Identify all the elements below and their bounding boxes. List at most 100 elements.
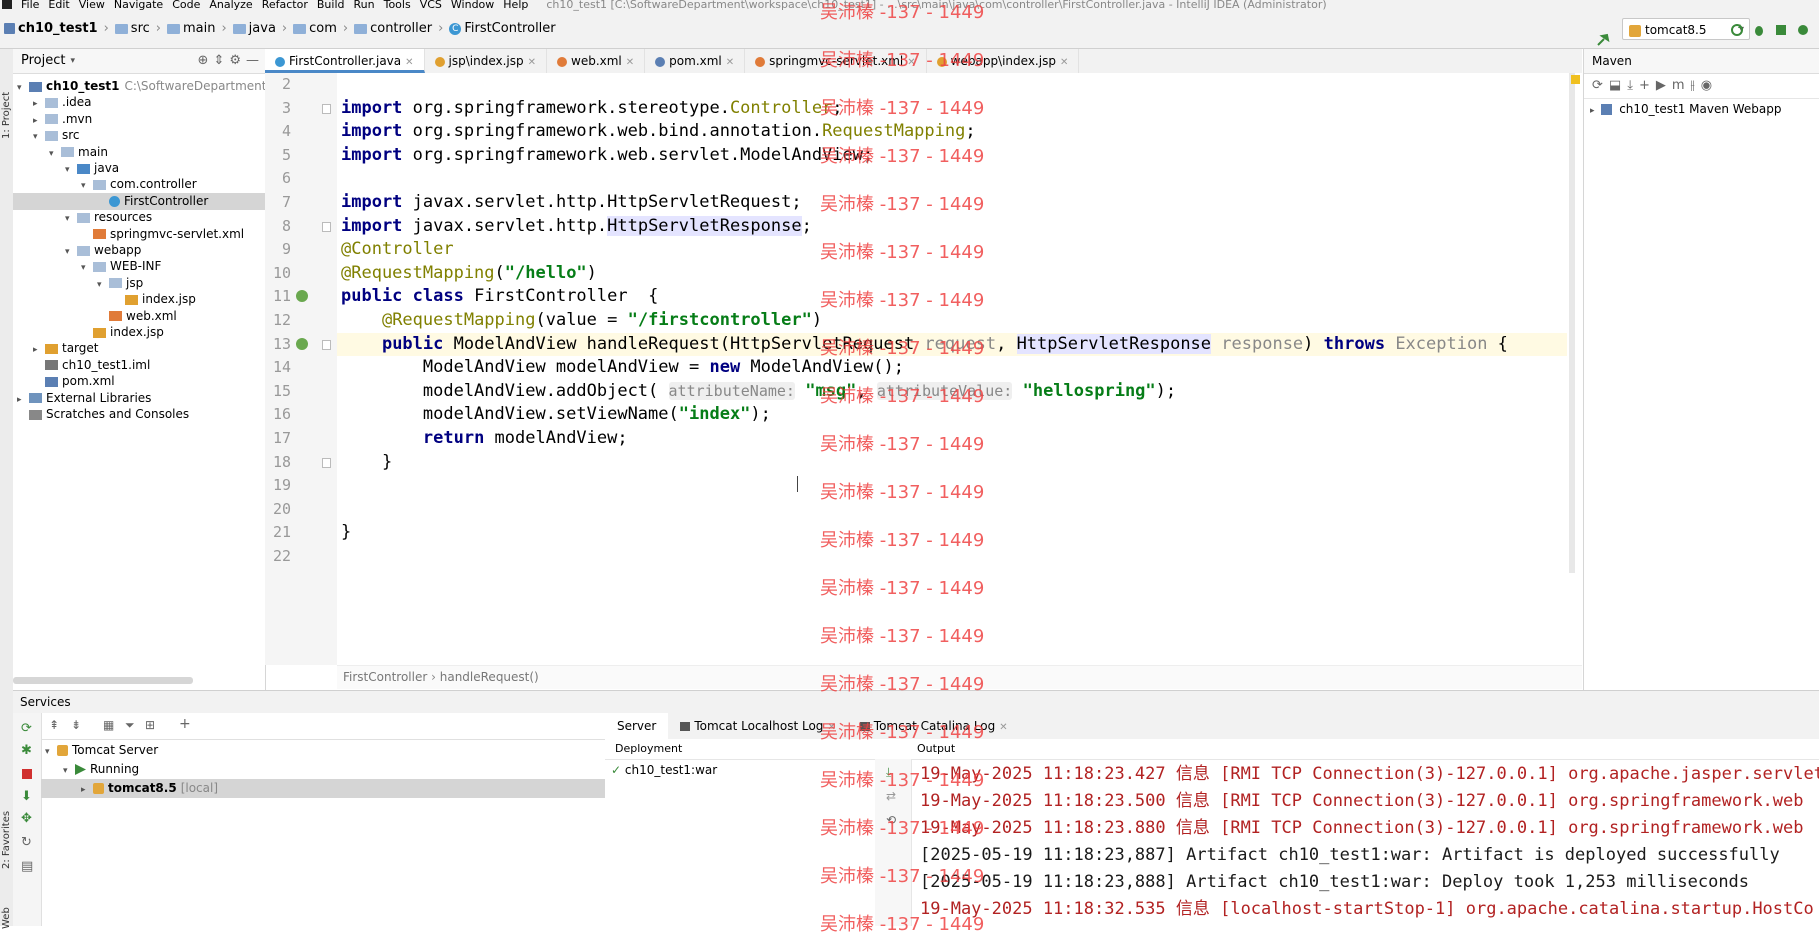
project-tree-item[interactable]: ▾ ch10_test1 C:\SoftwareDepartment\w [13,78,280,95]
editor-tab[interactable]: FirstController.java ✕ [265,49,425,73]
menu-item-refactor[interactable]: Refactor [262,0,308,10]
spring-bean-icon[interactable] [296,290,308,303]
close-icon[interactable]: ✕ [1060,57,1068,68]
breadcrumb-item[interactable]: controller [354,21,432,36]
fold-icon[interactable] [322,339,331,350]
breadcrumb-item[interactable]: C FirstController [449,21,556,36]
editor-breadcrumb-class[interactable]: FirstController [343,670,427,684]
editor-tab[interactable]: web.xml ✕ [547,49,646,73]
project-tree-item[interactable]: ▸ .idea [13,94,265,111]
update-icon[interactable]: ✥ [21,811,32,826]
layout-icon[interactable]: ▤ [21,859,33,874]
editor-tab[interactable]: springmvc-servlet.xml ✕ [745,49,927,73]
chevron-right-icon[interactable]: ▸ [81,781,93,800]
generate-sources-icon[interactable]: ⬓ [1609,78,1627,93]
breadcrumb-item[interactable]: src [114,21,150,36]
maven-project-item[interactable]: ▸ ch10_test1 Maven Webapp [1584,99,1819,119]
editor-tab[interactable]: webapp\index.jsp ✕ [927,49,1080,73]
debug-icon[interactable]: ✱ [21,743,32,758]
project-tree-item[interactable]: ▸ target [13,340,265,357]
clear-output-icon[interactable]: ⟲ [886,813,896,827]
favorites-tool-window-tab[interactable]: 2: Favorites [1,811,12,869]
project-tree-item[interactable]: ▾ jsp [13,275,265,292]
coverage-icon[interactable] [1774,23,1788,37]
services-tab[interactable]: Tomcat Localhost Log ✕ [668,713,847,739]
add-service-icon[interactable]: + [179,716,191,732]
menu-item-vcs[interactable]: VCS [420,0,442,10]
scroll-to-end-icon[interactable]: ⤓ [886,765,891,780]
services-tree-item[interactable]: ▾ Tomcat Server [41,741,605,760]
services-tree-item[interactable]: ▸ tomcat8.5 [local] [41,779,605,798]
project-tree-item[interactable]: ▾ com.controller [13,176,265,193]
breadcrumb-item[interactable]: ch10_test1 [4,21,98,36]
toggle-offline-icon[interactable]: ⫲ [1691,78,1701,93]
locate-icon[interactable]: ⊕ [198,49,209,73]
add-icon[interactable]: + [1639,78,1656,93]
debug-bug-icon[interactable] [1752,23,1766,37]
breadcrumb-item[interactable]: main [166,21,215,36]
menu-item-analyze[interactable]: Analyze [209,0,252,10]
close-icon[interactable]: ✕ [827,722,835,733]
collapse-all-icon[interactable]: ⇕ [213,49,224,73]
editor-tab[interactable]: pom.xml ✕ [645,49,746,73]
project-tree-item[interactable]: ▾ java [13,160,265,177]
project-tree-item[interactable]: pom.xml [13,373,265,390]
maven-goal-icon[interactable]: m [1672,78,1691,93]
group-by-icon[interactable]: ▦ [103,718,114,732]
breadcrumb-item[interactable]: com [293,21,337,36]
rerun-icon[interactable]: ⟳ [21,721,32,736]
project-tree-item[interactable]: ▾ main [13,144,265,161]
skip-tests-icon[interactable]: ◉ [1701,78,1718,93]
fold-icon[interactable] [322,221,331,232]
run-icon[interactable]: ▶ [1656,78,1672,93]
deployment-item[interactable]: ✓ ch10_test1:war [605,760,875,780]
menu-item-view[interactable]: View [79,0,105,10]
project-tree-item[interactable]: index.jsp [13,291,265,308]
filter-icon[interactable]: ⏷ [125,718,135,733]
project-tree-item[interactable]: springmvc-servlet.xml [13,226,265,243]
expand-all-icon[interactable]: ⇞ [49,718,59,732]
editor-tab[interactable]: jsp\index.jsp ✕ [425,49,548,73]
fold-icon[interactable] [322,103,331,114]
close-icon[interactable]: ✕ [726,57,734,68]
services-tab[interactable]: Tomcat Catalina Log ✕ [848,713,1020,739]
menu-item-edit[interactable]: Edit [48,0,69,10]
project-tree-item[interactable]: ▾ src [13,127,265,144]
refresh-icon[interactable]: ↻ [21,835,32,850]
menu-item-tools[interactable]: Tools [384,0,411,10]
project-tree-item[interactable]: ▸ .mvn [13,111,265,128]
stop-icon[interactable] [22,769,32,779]
project-tree-item[interactable]: ▸ External Libraries [13,390,265,407]
output-console[interactable]: Output ⤓ ⇄ ⟲ 19-May-2025 11:18:23.427 信息… [875,739,1819,926]
collapse-all-icon[interactable]: ⇟ [71,718,81,732]
code-editor[interactable]: import org.springframework.stereotype.Co… [337,73,1582,665]
gear-icon[interactable]: ⚙ [229,49,241,73]
services-tab[interactable]: Server [605,713,669,739]
download-icon[interactable]: ⤓ [1627,78,1639,93]
fold-icon[interactable] [322,457,331,468]
reload-icon[interactable]: ⟳ [1592,78,1609,93]
project-tree-item[interactable]: web.xml [13,308,265,325]
project-tree-item[interactable]: Scratches and Consoles [13,406,265,423]
breadcrumb-item[interactable]: java [232,21,276,36]
project-panel-title[interactable]: Project [21,49,65,73]
editor-breadcrumb-method[interactable]: handleRequest() [440,670,539,684]
editor-scrollbar[interactable] [1569,73,1575,573]
services-tree-item[interactable]: ▾ Running [41,760,605,779]
menu-item-code[interactable]: Code [172,0,200,10]
menu-item-build[interactable]: Build [317,0,345,10]
project-tree-item[interactable]: FirstController [13,192,265,210]
close-icon[interactable]: ✕ [528,57,536,68]
chevron-down-icon[interactable]: ▾ [70,49,75,73]
close-icon[interactable]: ✕ [999,722,1007,733]
project-tree-item[interactable]: ▾ resources [13,209,265,226]
deploy-icon[interactable]: ⬇ [21,789,32,804]
project-tree-item[interactable]: ▾ WEB-INF [13,258,265,275]
rerun-icon[interactable] [1730,23,1744,37]
close-icon[interactable]: ✕ [907,57,915,68]
close-icon[interactable]: ✕ [405,57,413,68]
menu-item-help[interactable]: Help [503,0,528,10]
menu-item-file[interactable]: File [21,0,39,10]
close-icon[interactable]: ✕ [626,57,634,68]
project-tool-window-tab[interactable]: 1: Project [1,92,12,139]
